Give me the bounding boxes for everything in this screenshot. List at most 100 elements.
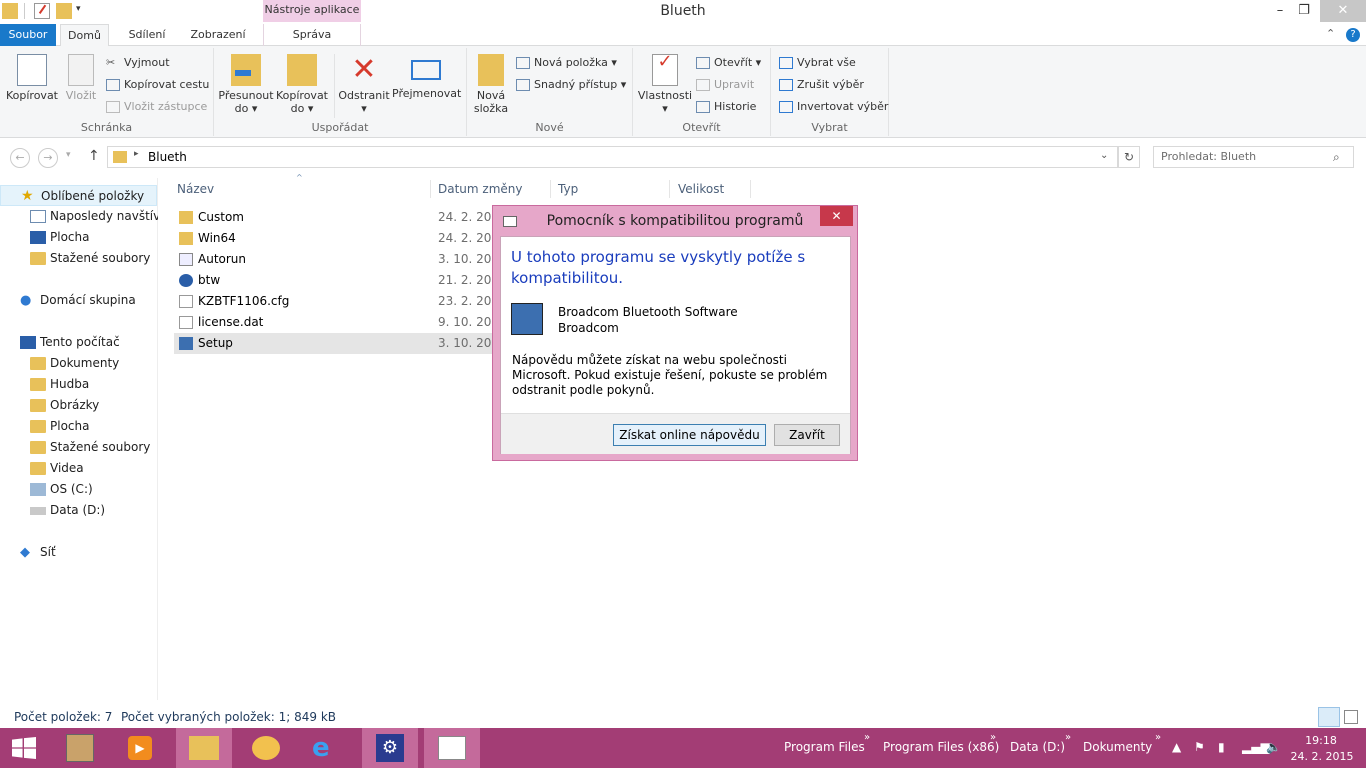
file-row-selected[interactable]: Setup3. 10. 2009	[174, 333, 494, 354]
tab-domu[interactable]: Domů	[60, 24, 109, 47]
file-row[interactable]: KZBTF1106.cfg23. 2. 2010	[174, 291, 494, 312]
file-row[interactable]: Custom24. 2. 2015	[174, 207, 494, 228]
history-button[interactable]: Historie	[696, 98, 756, 116]
tab-zobrazeni[interactable]: Zobrazení	[184, 24, 252, 46]
online-help-button[interactable]: Získat online nápovědu	[613, 424, 766, 446]
cfg-file-icon	[179, 295, 193, 308]
select-none-button[interactable]: Zrušit výběr	[779, 76, 864, 94]
file-row[interactable]: Win6424. 2. 2015	[174, 228, 494, 249]
nav-drive-c[interactable]: OS (C:)	[30, 479, 93, 500]
recent-locations-icon[interactable]: ▾	[66, 150, 71, 160]
up-arrow-icon[interactable]: ↑	[88, 148, 100, 164]
nav-network[interactable]: ◆ Síť	[20, 542, 56, 563]
paste-button[interactable]: Vložit	[62, 48, 100, 102]
nav-music[interactable]: Hudba	[30, 374, 89, 395]
autorun-file-icon	[179, 253, 193, 266]
nav-desktop[interactable]: Plocha	[30, 227, 89, 248]
nav-homegroup[interactable]: ● Domácí skupina	[20, 290, 136, 311]
drive-d-icon	[30, 506, 46, 515]
new-folder-icon	[478, 54, 504, 86]
bluetooth-icon	[179, 274, 193, 287]
delete-button[interactable]: ✕ Odstranit ▾	[338, 48, 390, 116]
column-date[interactable]: Datum změny	[434, 180, 551, 198]
collapse-ribbon-icon[interactable]: ⌃	[1326, 27, 1335, 40]
start-button[interactable]	[0, 728, 56, 768]
properties-button[interactable]: ✓ Vlastnosti ▾	[637, 48, 693, 116]
forward-icon[interactable]: →	[38, 148, 58, 168]
address-dropdown-icon[interactable]: ⌄	[1100, 150, 1108, 161]
breadcrumb-chevron-icon[interactable]: ▸	[134, 149, 139, 159]
toolbar-program-files-x86[interactable]: Program Files (x86)	[883, 740, 999, 754]
nav-favorites[interactable]: ★ Oblíbené položky	[0, 185, 157, 206]
taskbar-app-ie[interactable]: e	[298, 728, 354, 768]
column-name[interactable]: Název	[173, 180, 431, 198]
refresh-icon[interactable]: ↻	[1118, 146, 1140, 168]
paste-shortcut-button[interactable]: Vložit zástupce	[106, 98, 207, 116]
nav-downloads-2[interactable]: Stažené soubory	[30, 437, 150, 458]
search-input[interactable]: Prohledat: Blueth	[1153, 146, 1354, 168]
tab-soubor[interactable]: Soubor	[0, 24, 56, 46]
file-row[interactable]: license.dat9. 10. 2009	[174, 312, 494, 333]
copy-to-button[interactable]: Kopírovat do ▾	[274, 48, 330, 115]
taskbar-app-media[interactable]: ▶	[112, 728, 168, 768]
cut-button[interactable]: ✂ Vyjmout	[106, 54, 170, 72]
address-bar[interactable]: ▸ Blueth ⌄	[107, 146, 1118, 168]
toolbar-chevron-icon[interactable]: »	[990, 732, 996, 743]
taskbar-app-compat[interactable]	[424, 728, 480, 768]
dialog-close-button[interactable]: Zavřít	[774, 424, 840, 446]
taskbar-app-archive[interactable]	[52, 728, 108, 768]
copy-button[interactable]: Kopírovat	[4, 48, 60, 102]
nav-drive-d[interactable]: Data (D:)	[30, 500, 105, 521]
rename-button[interactable]: Přejmenovat	[392, 48, 461, 100]
nav-this-pc[interactable]: Tento počítač	[20, 332, 120, 353]
new-item-button[interactable]: Nová položka ▾	[516, 54, 617, 72]
selected-count: Počet vybraných položek: 1; 849 kB	[121, 710, 336, 724]
tab-sdileni[interactable]: Sdílení	[118, 24, 176, 46]
search-icon[interactable]: ⌕	[1333, 150, 1340, 165]
group-schranka: Kopírovat Vložit ✂ Vyjmout Kopírovat cest…	[0, 48, 214, 136]
move-to-button[interactable]: Přesunout do ▾	[218, 48, 274, 115]
tray-overflow-icon[interactable]: ▲	[1172, 740, 1181, 754]
volume-icon[interactable]: 🔈	[1266, 740, 1281, 754]
file-row[interactable]: btw21. 2. 2009	[174, 270, 494, 291]
maximize-button[interactable]: ❐	[1290, 0, 1318, 22]
group-nove: Nová složka Nová položka ▾ Snadný přístu…	[467, 48, 633, 136]
close-button[interactable]: ✕	[1320, 0, 1366, 22]
tab-sprava[interactable]: Správa	[263, 24, 361, 46]
details-view-icon[interactable]	[1318, 707, 1340, 727]
new-folder-button[interactable]: Nová složka	[471, 48, 511, 115]
clock-date[interactable]: 24. 2. 2015	[1290, 750, 1354, 763]
toolbar-chevron-icon[interactable]: »	[1065, 732, 1071, 743]
toolbar-chevron-icon[interactable]: »	[864, 732, 870, 743]
open-button[interactable]: Otevřít ▾	[696, 54, 761, 72]
taskbar-app-outlook[interactable]	[238, 728, 294, 768]
dialog-close-icon[interactable]: ✕	[820, 206, 853, 226]
taskbar-app-settings[interactable]: ⚙	[362, 728, 418, 768]
nav-documents[interactable]: Dokumenty	[30, 353, 119, 374]
invert-selection-button[interactable]: Invertovat výběr	[779, 98, 888, 116]
clock-time[interactable]: 19:18	[1296, 734, 1346, 747]
column-size[interactable]: Velikost	[674, 180, 751, 198]
nav-downloads[interactable]: Stažené soubory	[30, 248, 150, 269]
toolbar-chevron-icon[interactable]: »	[1155, 732, 1161, 743]
taskbar-app-explorer[interactable]	[176, 728, 232, 768]
large-icons-view-icon[interactable]	[1344, 710, 1358, 724]
battery-icon[interactable]: ▮	[1218, 740, 1225, 754]
nav-recent[interactable]: Naposledy navštívené	[30, 206, 158, 227]
toolbar-program-files[interactable]: Program Files	[784, 740, 865, 754]
back-icon[interactable]: ←	[10, 148, 30, 168]
nav-desktop-2[interactable]: Plocha	[30, 416, 89, 437]
help-icon[interactable]: ?	[1346, 28, 1360, 42]
select-all-button[interactable]: Vybrat vše	[779, 54, 856, 72]
easy-access-button[interactable]: Snadný přístup ▾	[516, 76, 626, 94]
toolbar-documents[interactable]: Dokumenty	[1083, 740, 1152, 754]
column-type[interactable]: Typ	[554, 180, 670, 198]
file-row[interactable]: Autorun3. 10. 2009	[174, 249, 494, 270]
action-center-flag-icon[interactable]: ⚑	[1194, 740, 1205, 754]
edit-button[interactable]: Upravit	[696, 76, 754, 94]
toolbar-data-d[interactable]: Data (D:)	[1010, 740, 1065, 754]
breadcrumb[interactable]: Blueth	[148, 150, 187, 164]
copy-path-button[interactable]: Kopírovat cestu	[106, 76, 209, 94]
nav-pictures[interactable]: Obrázky	[30, 395, 99, 416]
nav-videos[interactable]: Videa	[30, 458, 84, 479]
